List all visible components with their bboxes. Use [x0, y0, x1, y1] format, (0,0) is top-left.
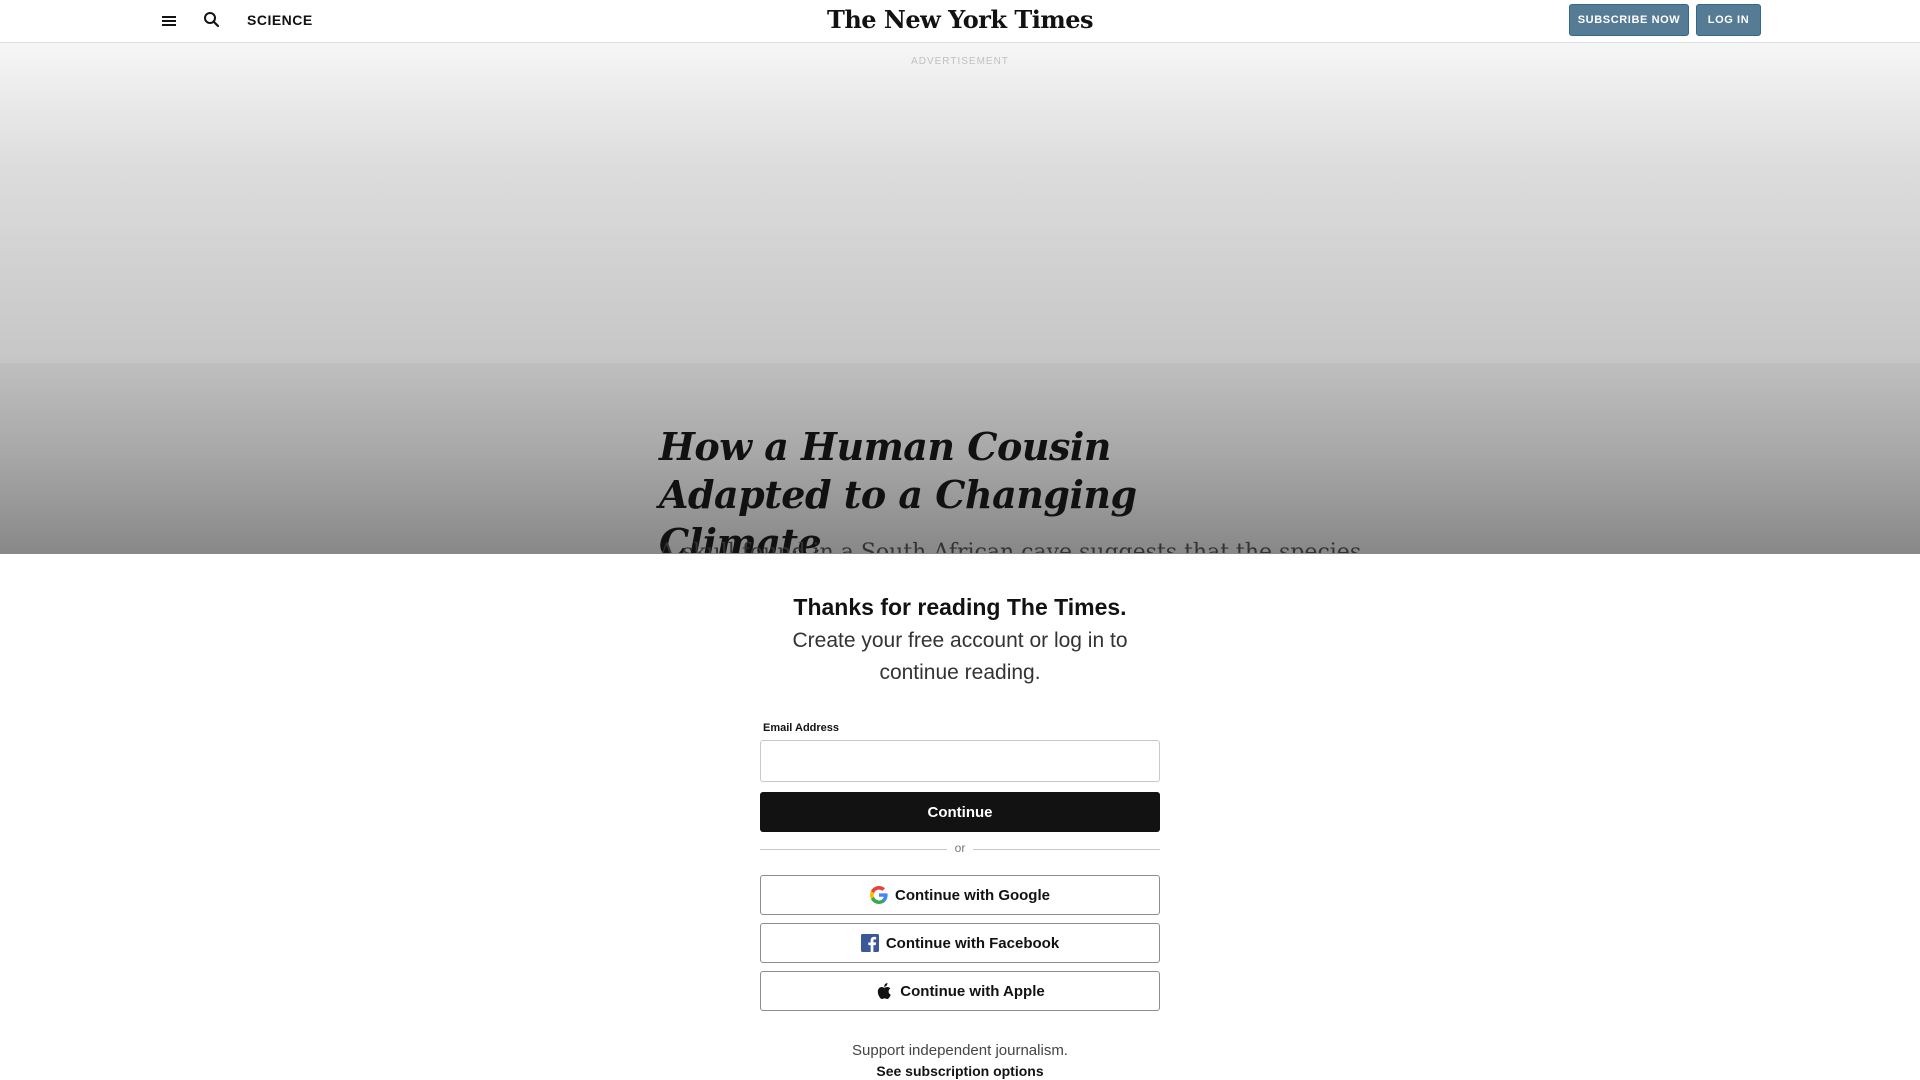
- advertisement-label: ADVERTISEMENT: [911, 56, 1009, 67]
- email-field[interactable]: [760, 740, 1160, 782]
- modal-subtitle: Create your free account or log in to co…: [792, 629, 1128, 684]
- continue-button[interactable]: Continue: [760, 792, 1160, 832]
- google-button-label: Continue with Google: [895, 886, 1050, 904]
- article-headline: How a Human Cousin Adapted to a Changing…: [659, 424, 1137, 553]
- support-text: Support independent journalism.: [852, 1042, 1068, 1059]
- or-divider: or: [760, 839, 1160, 859]
- continue-with-apple-button[interactable]: Continue with Apple: [760, 971, 1160, 1011]
- advertisement-slot: [0, 43, 1920, 363]
- hamburger-menu-icon[interactable]: [160, 12, 180, 28]
- google-icon: [870, 886, 888, 904]
- apple-button-label: Continue with Apple: [900, 982, 1045, 1000]
- subscribe-now-button[interactable]: SUBSCRIBE NOW: [1569, 4, 1689, 36]
- modal-title: Thanks for reading The Times.: [793, 594, 1127, 620]
- search-icon[interactable]: [202, 10, 222, 30]
- log-in-button[interactable]: LOG IN: [1696, 4, 1761, 36]
- section-link-science[interactable]: SCIENCE: [247, 12, 313, 28]
- continue-with-facebook-button[interactable]: Continue with Facebook: [760, 923, 1160, 963]
- continue-with-google-button[interactable]: Continue with Google: [760, 875, 1160, 915]
- facebook-button-label: Continue with Facebook: [885, 934, 1060, 952]
- site-header: SCIENCE The New York Times SUBSCRIBE NOW…: [0, 0, 1920, 43]
- email-label: Email Address: [763, 722, 840, 734]
- article-summary: A skull found in a South African cave su…: [659, 540, 1362, 553]
- subscription-options-link[interactable]: See subscription options: [876, 1063, 1043, 1079]
- nyt-logo-text[interactable]: The New York Times: [827, 5, 1094, 34]
- article-backdrop: ADVERTISEMENT How a Human Cousin Adapted…: [0, 43, 1920, 553]
- apple-icon: [875, 982, 893, 1000]
- or-label: or: [954, 841, 966, 855]
- facebook-icon: [860, 934, 879, 952]
- registration-wall: Thanks for reading The Times. Create you…: [0, 553, 1920, 1080]
- subscription-options-link-wrap: See subscription options: [0, 1063, 1920, 1079]
